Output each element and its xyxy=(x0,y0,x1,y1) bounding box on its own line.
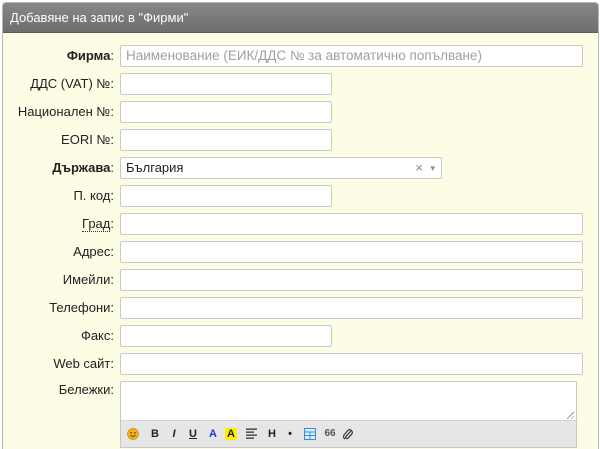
emails-label: Имейли: xyxy=(62,272,114,287)
chevron-down-icon[interactable]: ▾ xyxy=(430,158,435,178)
address-input[interactable] xyxy=(120,241,583,263)
row-website: Web сайт: xyxy=(3,353,598,375)
row-emails: Имейли: xyxy=(3,269,598,291)
national-input[interactable] xyxy=(120,101,332,123)
phones-input[interactable] xyxy=(120,297,583,319)
website-label: Web сайт: xyxy=(53,356,114,371)
city-input[interactable] xyxy=(120,213,583,235)
attachment-icon[interactable] xyxy=(343,421,355,447)
resize-handle[interactable] xyxy=(567,412,574,419)
postcode-label: П. код: xyxy=(73,188,114,203)
bold-icon[interactable]: B xyxy=(149,421,161,447)
dialog-title: Добавяне на запис в "Фирми" xyxy=(3,3,598,33)
emails-input[interactable] xyxy=(120,269,583,291)
national-label: Национален №: xyxy=(17,104,114,119)
row-address: Адрес: xyxy=(3,241,598,263)
website-input[interactable] xyxy=(120,353,583,375)
row-city: Град: xyxy=(3,213,598,235)
notes-label: Бележки: xyxy=(58,382,114,397)
row-firm: Фирма: Наименование (ЕИК/ДДС № за автома… xyxy=(3,45,598,67)
editor-toolbar: B I U A A H • 66 xyxy=(120,420,577,448)
underline-icon[interactable]: U xyxy=(187,421,199,447)
firm-label: Фирма: xyxy=(66,48,114,63)
notes-textarea[interactable] xyxy=(120,381,577,421)
eori-label: EORI №: xyxy=(61,132,114,147)
row-fax: Факс: xyxy=(3,325,598,347)
add-record-dialog: Добавяне на запис в "Фирми" Фирма: Наиме… xyxy=(2,2,599,449)
fax-label: Факс: xyxy=(80,328,114,343)
row-notes: Бележки: B I U A A H • 66 xyxy=(3,381,598,449)
address-label: Адрес: xyxy=(73,244,114,259)
firm-input[interactable]: Наименование (ЕИК/ДДС № за автоматично п… xyxy=(120,45,583,67)
row-country: Държава: България × ▾ xyxy=(3,157,598,179)
postcode-input[interactable] xyxy=(120,185,332,207)
country-label: Държава: xyxy=(52,160,114,175)
font-color-icon[interactable]: A xyxy=(207,421,219,447)
row-phones: Телефони: xyxy=(3,297,598,319)
country-value: България xyxy=(126,160,184,175)
vat-label: ДДС (VAT) №: xyxy=(30,76,114,91)
italic-icon[interactable]: I xyxy=(169,421,179,447)
eori-input[interactable] xyxy=(120,129,332,151)
fax-input[interactable] xyxy=(120,325,332,347)
clear-icon[interactable]: × xyxy=(415,158,423,178)
city-label: Град: xyxy=(82,216,114,232)
row-vat: ДДС (VAT) №: xyxy=(3,73,598,95)
country-select[interactable]: България × ▾ xyxy=(120,157,442,179)
row-postcode: П. код: xyxy=(3,185,598,207)
phones-label: Телефони: xyxy=(49,300,114,315)
table-icon[interactable] xyxy=(304,421,316,447)
quote-icon[interactable]: 66 xyxy=(323,421,337,447)
bullet-icon[interactable]: • xyxy=(285,421,295,447)
row-eori: EORI №: xyxy=(3,129,598,151)
align-icon[interactable] xyxy=(246,421,258,447)
emoji-icon[interactable] xyxy=(127,421,141,447)
vat-input[interactable] xyxy=(120,73,332,95)
row-national: Национален №: xyxy=(3,101,598,123)
heading-icon[interactable]: H xyxy=(266,421,278,447)
highlight-icon[interactable]: A xyxy=(225,421,237,447)
